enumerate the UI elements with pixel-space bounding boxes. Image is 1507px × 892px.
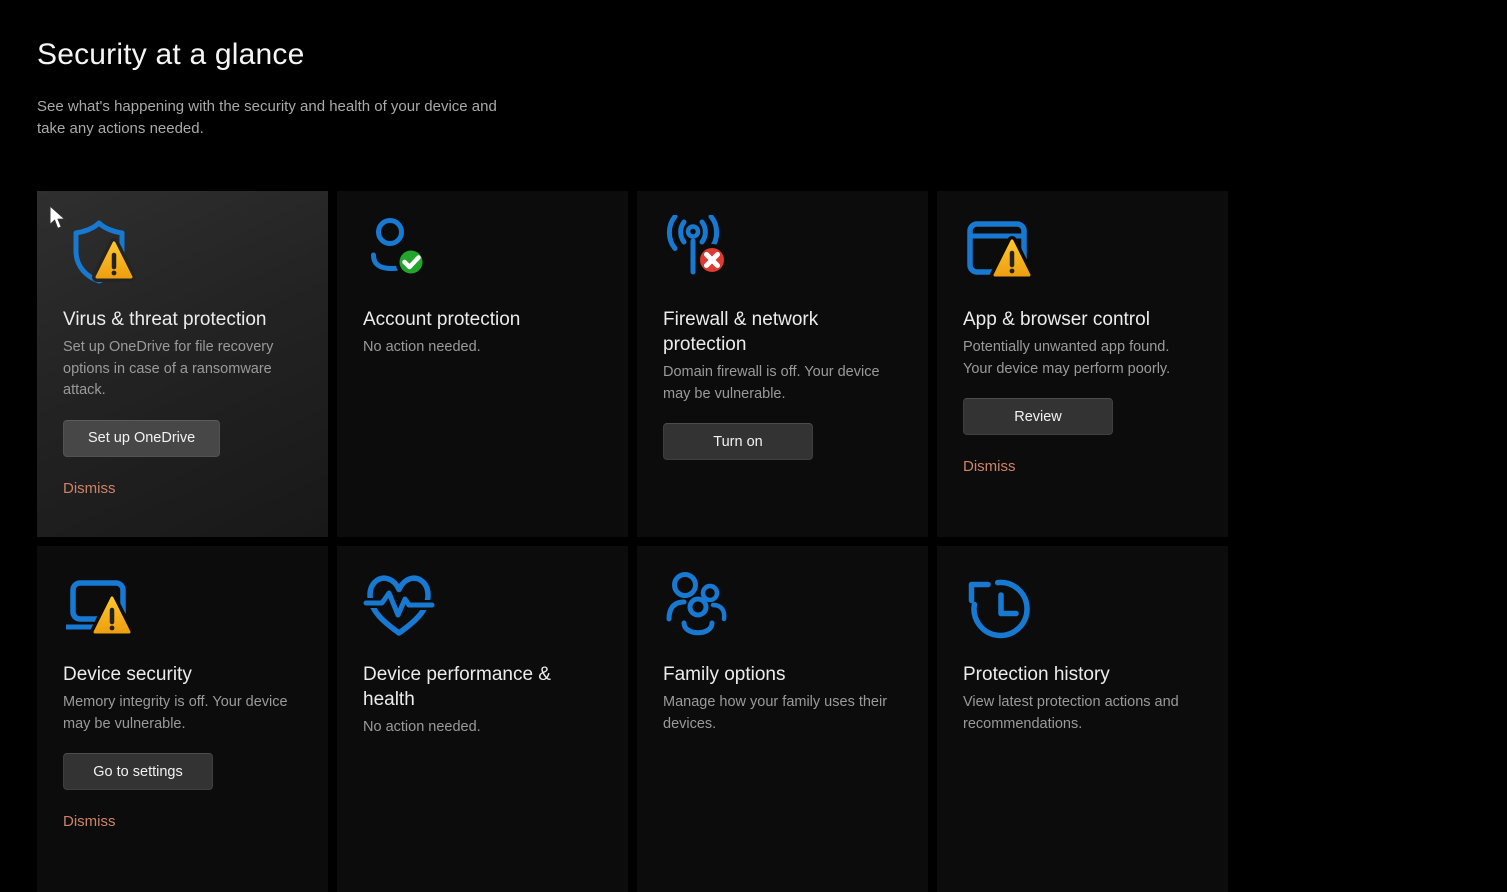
card-description: No action needed. — [363, 717, 481, 739]
card-description: Domain firewall is off. Your device may … — [663, 362, 902, 405]
account-ok-icon — [363, 215, 435, 287]
card-description: Potentially unwanted app found. Your dev… — [963, 337, 1202, 380]
turn-on-button[interactable]: Turn on — [663, 423, 813, 460]
go-to-settings-button[interactable]: Go to settings — [63, 753, 213, 790]
card-title: Protection history — [963, 662, 1110, 687]
family-icon — [663, 570, 735, 642]
card-description: Memory integrity is off. Your device may… — [63, 692, 302, 735]
card-description: Manage how your family uses their device… — [663, 692, 902, 735]
set-up-onedrive-button[interactable]: Set up OneDrive — [63, 420, 220, 457]
card-description: View latest protection actions and recom… — [963, 692, 1202, 735]
card-description: No action needed. — [363, 337, 481, 359]
card-virus-threat-protection[interactable]: Virus & threat protection Set up OneDriv… — [37, 191, 328, 537]
card-device-security[interactable]: Device security Memory integrity is off.… — [37, 546, 328, 892]
page-header: Security at a glance See what's happenin… — [37, 38, 517, 140]
card-title: Family options — [663, 662, 786, 687]
shield-warning-icon — [63, 215, 135, 287]
card-title: Device performance & health — [363, 662, 602, 712]
card-protection-history[interactable]: Protection history View latest protectio… — [937, 546, 1228, 892]
card-app-browser-control[interactable]: App & browser control Potentially unwant… — [937, 191, 1228, 537]
page-subtitle: See what's happening with the security a… — [37, 96, 517, 140]
browser-warning-icon — [963, 215, 1035, 287]
card-family-options[interactable]: Family options Manage how your family us… — [637, 546, 928, 892]
network-error-icon — [663, 215, 735, 287]
card-description: Set up OneDrive for file recovery option… — [63, 337, 302, 402]
card-account-protection[interactable]: Account protection No action needed. — [337, 191, 628, 537]
card-firewall-network-protection[interactable]: Firewall & network protection Domain fir… — [637, 191, 928, 537]
dismiss-link[interactable]: Dismiss — [63, 480, 116, 497]
card-title: Account protection — [363, 307, 520, 332]
card-title: Firewall & network protection — [663, 307, 902, 357]
page-title: Security at a glance — [37, 38, 517, 72]
card-title: Virus & threat protection — [63, 307, 266, 332]
review-button[interactable]: Review — [963, 398, 1113, 435]
dismiss-link[interactable]: Dismiss — [63, 813, 116, 830]
card-device-performance-health[interactable]: Device performance & health No action ne… — [337, 546, 628, 892]
health-icon — [363, 570, 435, 642]
card-title: Device security — [63, 662, 192, 687]
card-title: App & browser control — [963, 307, 1150, 332]
dismiss-link[interactable]: Dismiss — [963, 458, 1016, 475]
history-icon — [963, 570, 1035, 642]
security-card-grid: Virus & threat protection Set up OneDriv… — [37, 191, 1228, 892]
device-warning-icon — [63, 570, 135, 642]
